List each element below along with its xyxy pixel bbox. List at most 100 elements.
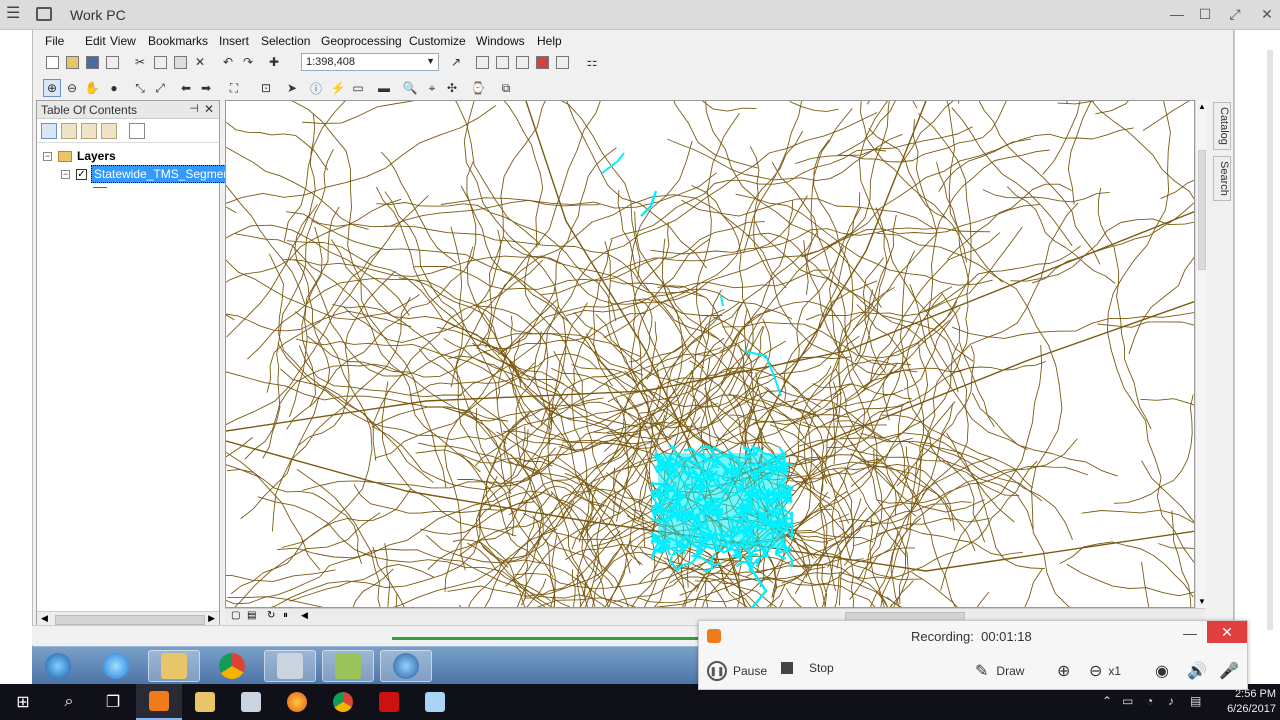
search-window-icon[interactable] [513,53,531,71]
menu-windows[interactable]: Windows [476,34,525,48]
time-slider-icon[interactable]: ⌚ [469,79,487,97]
minimize-icon[interactable]: — [1183,625,1197,641]
taskbar-acrobat[interactable] [366,684,412,720]
model-builder-icon[interactable]: ⚏ [583,53,601,71]
menu-view[interactable]: View [110,34,136,48]
find-route-icon[interactable]: ⌖ [423,79,441,97]
taskbar-file-explorer[interactable] [182,684,228,720]
paste-icon[interactable] [171,53,189,71]
clock[interactable]: 2:56 PM 6/26/2017 [1216,687,1276,717]
print-icon[interactable] [103,53,121,71]
taskbar-explorer[interactable] [148,650,200,682]
fixed-zoom-out-icon[interactable]: ⤢ [151,79,169,97]
zoom-out-icon[interactable]: ⊖ [63,79,81,97]
refresh-icon[interactable]: ↻ [267,610,275,621]
audio-button[interactable]: 🔊 [1187,661,1207,681]
chevron-up-icon[interactable]: ⌃ [1102,694,1112,708]
stop-button[interactable]: Stop [781,661,834,675]
search-icon[interactable]: ⌕ [46,684,92,720]
close-icon[interactable]: ✕ [204,102,214,116]
maximize-icon[interactable]: ☐ [1196,6,1214,23]
list-by-source-icon[interactable] [61,123,77,139]
taskbar-arcgis[interactable] [322,650,374,682]
hyperlink-icon[interactable]: ⚡ [329,79,347,97]
search-tab[interactable]: Search [1213,155,1231,201]
taskbar-chrome[interactable] [206,650,258,682]
layers-root-row[interactable]: − Layers [43,149,116,163]
draw-button[interactable]: ✎ Draw [975,661,1024,681]
catalog-tab[interactable]: Catalog [1213,102,1231,150]
notification-icon[interactable]: ▤ [1190,694,1201,708]
chevron-down-icon[interactable]: ▼ [426,56,435,66]
menu-edit[interactable]: Edit [85,34,106,48]
delete-icon[interactable]: ✕ [191,53,209,71]
save-icon[interactable] [83,53,101,71]
wifi-icon[interactable]: ◔ [1146,694,1153,708]
menu-bookmarks[interactable]: Bookmarks [148,34,208,48]
list-by-visibility-icon[interactable] [81,123,97,139]
map-scale-combo[interactable]: 1:398,408 ▼ [301,53,439,71]
close-icon[interactable]: ✕ [1258,6,1276,23]
start-orb-button[interactable] [32,650,84,682]
map-display[interactable] [225,100,1195,608]
back-extent-icon[interactable]: ⬅ [177,79,195,97]
undo-icon[interactable]: ↶ [219,53,237,71]
minimize-icon[interactable]: — [1168,6,1186,22]
data-view-icon[interactable]: ▢ [231,610,240,621]
zoom-in-icon[interactable]: ⊕ [43,79,61,97]
menu-icon[interactable]: ☰ [6,5,24,23]
webcam-button[interactable]: ◉ [1155,661,1169,681]
forward-extent-icon[interactable]: ➡ [197,79,215,97]
copy-icon[interactable] [151,53,169,71]
add-data-icon[interactable]: ✚ [265,53,283,71]
html-popup-icon[interactable]: ▭ [349,79,367,97]
create-viewer-icon[interactable]: ⧉ [497,79,515,97]
battery-icon[interactable]: ▭ [1122,694,1133,708]
zoom-in-button[interactable]: ⊕ [1057,661,1070,681]
taskbar-app[interactable] [412,684,458,720]
options-icon[interactable] [129,123,145,139]
full-extent-icon[interactable]: ● [105,79,123,97]
go-to-xy-icon[interactable]: ✣ [443,79,461,97]
measure-icon[interactable]: ▬ [375,79,393,97]
identify-icon[interactable]: ⓘ [307,79,325,97]
taskbar-chrome-local[interactable] [320,684,366,720]
python-window-icon[interactable] [553,53,571,71]
scroll-left-icon[interactable]: ◀ [301,610,308,621]
taskbar-arcmap[interactable] [380,650,432,682]
pin-icon[interactable]: ⊣ [189,102,199,115]
menu-file[interactable]: File [45,34,64,48]
cut-icon[interactable]: ✂ [131,53,149,71]
new-document-icon[interactable] [43,53,61,71]
clear-selection-icon[interactable]: ⊡ [257,79,275,97]
open-icon[interactable] [63,53,81,71]
menu-selection[interactable]: Selection [261,34,310,48]
volume-icon[interactable]: ♪ [1168,694,1174,708]
layer-name[interactable]: Statewide_TMS_Segment [91,165,237,183]
fullscreen-icon[interactable]: ⤢ [1226,6,1244,23]
taskbar-remote-desktop[interactable] [228,684,274,720]
microphone-button[interactable]: 🎤 [1219,661,1239,681]
task-view-icon[interactable]: ❐ [90,684,136,720]
list-by-selection-icon[interactable] [101,123,117,139]
catalog-window-icon[interactable] [493,53,511,71]
menu-geoprocessing[interactable]: Geoprocessing [321,34,402,48]
close-button[interactable]: ✕ [1207,621,1247,643]
find-icon[interactable]: 🔍 [401,79,419,97]
editor-toolbar-icon[interactable]: ↗ [447,53,465,71]
table-of-contents-icon[interactable] [473,53,491,71]
menu-customize[interactable]: Customize [409,34,466,48]
scrollbar-thumb[interactable] [1198,150,1206,270]
start-button[interactable]: ⊞ [0,684,46,720]
select-features-icon[interactable]: ⛶ [225,79,243,97]
scroll-right-icon[interactable]: ▶ [208,613,215,624]
pause-button[interactable]: ❚❚ Pause [707,661,767,681]
list-by-drawing-order-icon[interactable] [41,123,57,139]
pause-drawing-icon[interactable]: ⏸ [283,610,288,621]
menu-insert[interactable]: Insert [219,34,249,48]
taskbar-recorder[interactable] [136,684,182,720]
menu-help[interactable]: Help [537,34,562,48]
fixed-zoom-in-icon[interactable]: ⤡ [131,79,149,97]
select-elements-icon[interactable]: ➤ [283,79,301,97]
pan-icon[interactable]: ✋ [83,79,101,97]
